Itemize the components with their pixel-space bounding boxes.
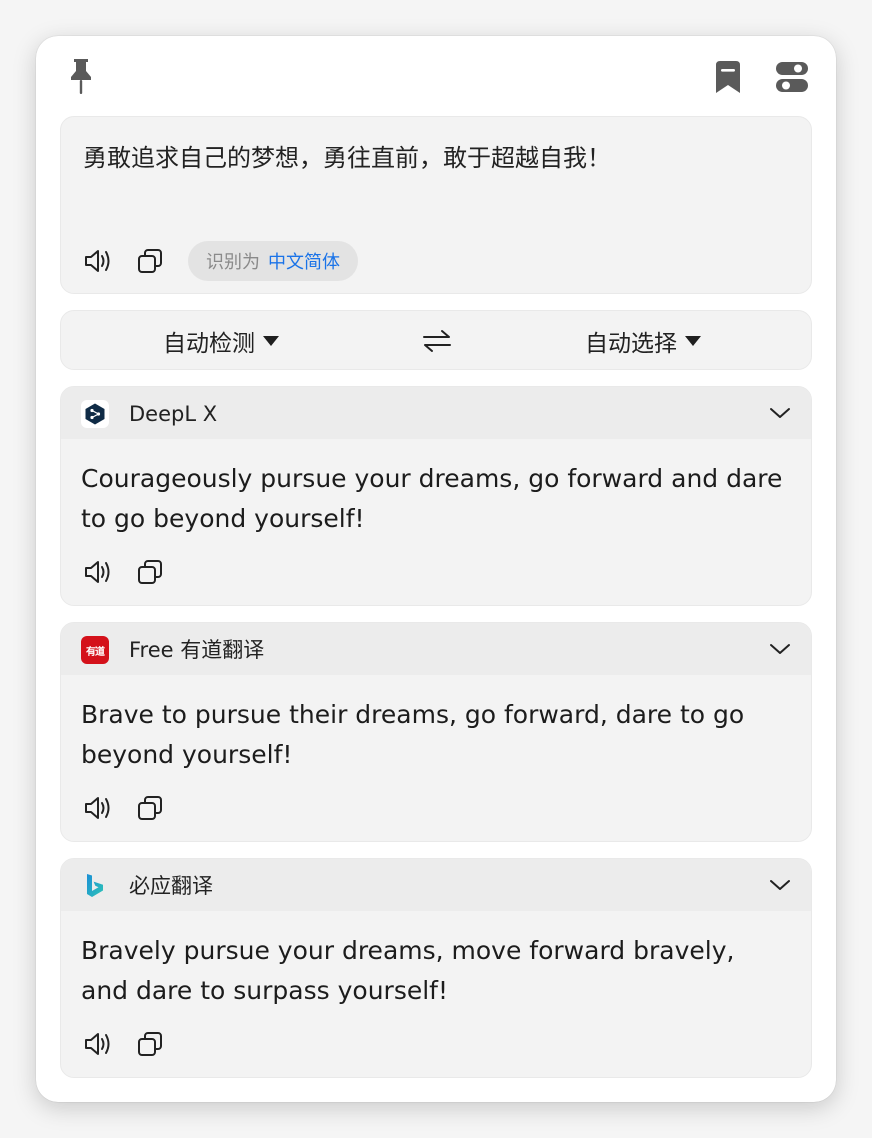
pin-icon[interactable] <box>66 56 96 96</box>
speaker-icon[interactable] <box>81 1027 115 1061</box>
target-language-label: 自动选择 <box>585 331 677 357</box>
swap-arrows-icon[interactable] <box>419 325 455 357</box>
result-panel-youdao: 有道 Free 有道翻译 Brave to pursue their dream… <box>60 622 812 842</box>
translation-text[interactable]: Bravely pursue your dreams, move forward… <box>81 931 787 1011</box>
speaker-icon[interactable] <box>81 791 115 825</box>
copy-icon[interactable] <box>133 244 167 278</box>
source-text[interactable]: 勇敢追求自己的梦想，勇往直前，敢于超越自我！ <box>83 141 791 175</box>
result-panel-deepl: DeepL X Courageously pursue your dreams,… <box>60 386 812 606</box>
service-name: 必应翻译 <box>129 874 213 898</box>
bookmark-icon[interactable] <box>711 58 745 96</box>
translator-window: 勇敢追求自己的梦想，勇往直前，敢于超越自我！ 识别为 中文简体 自动检测 自动选… <box>36 36 836 1102</box>
result-header[interactable]: DeepL X <box>61 387 811 439</box>
service-name: Free 有道翻译 <box>129 638 265 662</box>
translation-text[interactable]: Brave to pursue their dreams, go forward… <box>81 695 787 775</box>
copy-icon[interactable] <box>133 791 167 825</box>
source-panel: 勇敢追求自己的梦想，勇往直前，敢于超越自我！ 识别为 中文简体 <box>60 116 812 294</box>
speaker-icon[interactable] <box>81 555 115 589</box>
detected-prefix: 识别为 <box>206 252 260 273</box>
youdao-logo-icon: 有道 <box>81 636 109 664</box>
source-language-label: 自动检测 <box>163 331 255 357</box>
dropdown-arrow-icon <box>263 336 279 346</box>
chevron-down-icon[interactable] <box>765 399 795 427</box>
source-language-select[interactable]: 自动检测 <box>163 311 279 369</box>
copy-icon[interactable] <box>133 1027 167 1061</box>
detected-language[interactable]: 中文简体 <box>268 248 340 274</box>
toggle-settings-icon[interactable] <box>772 58 812 96</box>
dropdown-arrow-icon <box>685 336 701 346</box>
language-bar: 自动检测 自动选择 <box>60 310 812 370</box>
result-header[interactable]: 必应翻译 <box>61 859 811 911</box>
deepl-logo-icon <box>81 400 109 428</box>
translation-text[interactable]: Courageously pursue your dreams, go forw… <box>81 459 787 539</box>
chevron-down-icon[interactable] <box>765 871 795 899</box>
result-header[interactable]: 有道 Free 有道翻译 <box>61 623 811 675</box>
copy-icon[interactable] <box>133 555 167 589</box>
result-panel-bing: 必应翻译 Bravely pursue your dreams, move fo… <box>60 858 812 1078</box>
service-name: DeepL X <box>129 402 218 426</box>
chevron-down-icon[interactable] <box>765 635 795 663</box>
detected-language-badge: 识别为 中文简体 <box>188 241 358 281</box>
target-language-select[interactable]: 自动选择 <box>585 311 701 369</box>
bing-logo-icon <box>81 872 109 900</box>
speaker-icon[interactable] <box>81 244 115 278</box>
